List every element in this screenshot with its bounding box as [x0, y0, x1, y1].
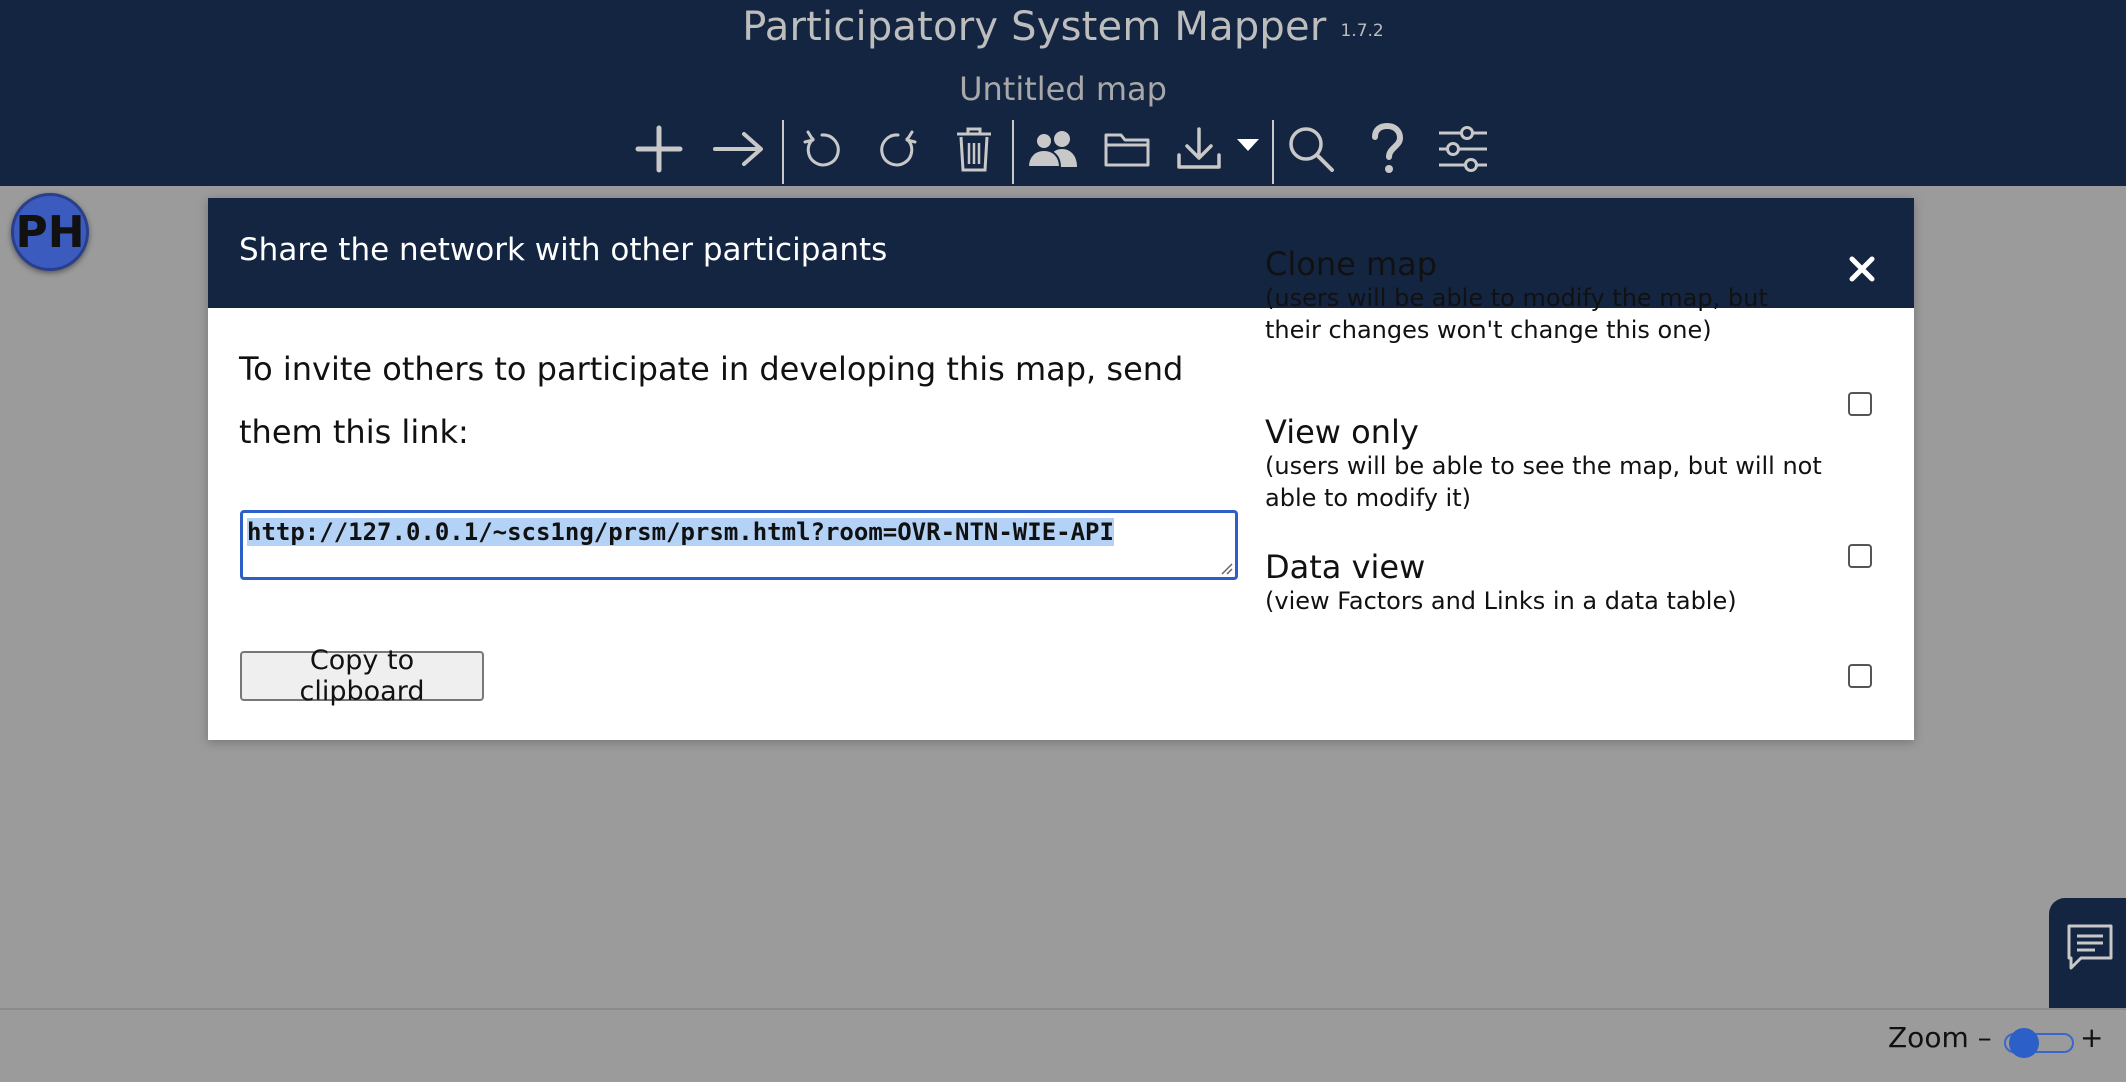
app-header: Participatory System Mapper 1.7.2 Untitle…: [0, 0, 2126, 186]
zoom-slider-thumb[interactable]: [2009, 1028, 2039, 1058]
copy-to-clipboard-button[interactable]: Copy to clipboard: [240, 645, 484, 707]
option-description: (users will be able to modify the map, b…: [1265, 284, 1768, 344]
close-icon[interactable]: [1844, 251, 1880, 287]
zoom-label: Zoom –: [1888, 1021, 1992, 1054]
clone-map-checkbox[interactable]: [1848, 392, 1872, 416]
redo-icon[interactable]: [865, 116, 931, 182]
status-strip: [0, 1074, 2126, 1082]
add-link-icon[interactable]: [706, 116, 772, 182]
option-description: (view Factors and Links in a data table): [1265, 587, 1737, 615]
user-avatar[interactable]: PH: [11, 193, 89, 271]
share-link-text[interactable]: http://127.0.0.1/~scs1ng/prsm/prsm.html?…: [247, 518, 1114, 546]
add-factor-icon[interactable]: [626, 116, 692, 182]
share-dialog: Share the network with other participant…: [208, 198, 1914, 740]
toolbar-separator: [1272, 120, 1274, 184]
app-version: 1.7.2: [1340, 21, 1384, 41]
resize-grip-icon[interactable]: [1219, 561, 1233, 575]
option-title: Clone map: [1265, 245, 1438, 283]
map-title[interactable]: Untitled map: [0, 70, 2126, 108]
option-description: (users will be able to see the map, but …: [1265, 452, 1822, 512]
zoom-plus-label: +: [2080, 1021, 2104, 1054]
option-data-view: Data view (view Factors and Links in a d…: [1265, 549, 1825, 617]
share-link-textarea[interactable]: http://127.0.0.1/~scs1ng/prsm/prsm.html?…: [240, 510, 1238, 580]
option-view-only: View only (users will be able to see the…: [1265, 414, 1825, 514]
open-folder-icon[interactable]: [1095, 116, 1161, 182]
search-icon[interactable]: [1278, 116, 1344, 182]
toolbar-separator: [1012, 120, 1014, 184]
option-title: Data view: [1265, 548, 1426, 586]
title-bar: Participatory System Mapper 1.7.2: [0, 4, 2126, 50]
option-clone-map: Clone map (users will be able to modify …: [1265, 246, 1825, 346]
chat-icon: [2067, 924, 2113, 970]
invite-instructions: To invite others to participate in devel…: [239, 350, 1184, 451]
toolbar-separator: [782, 120, 784, 184]
dialog-title: Share the network with other participant…: [239, 232, 888, 268]
share-users-icon[interactable]: [1020, 116, 1086, 182]
data-view-checkbox[interactable]: [1848, 664, 1872, 688]
settings-sliders-icon[interactable]: [1430, 116, 1496, 182]
view-only-checkbox[interactable]: [1848, 544, 1872, 568]
option-title: View only: [1265, 413, 1419, 451]
chat-button[interactable]: [2049, 898, 2126, 1008]
status-bar: [0, 1008, 2126, 1082]
delete-icon[interactable]: [941, 116, 1007, 182]
toolbar: [0, 116, 2126, 184]
app-title: Participatory System Mapper: [742, 4, 1327, 50]
undo-icon[interactable]: [789, 116, 855, 182]
help-icon[interactable]: [1354, 116, 1420, 182]
download-icon[interactable]: [1170, 116, 1266, 182]
